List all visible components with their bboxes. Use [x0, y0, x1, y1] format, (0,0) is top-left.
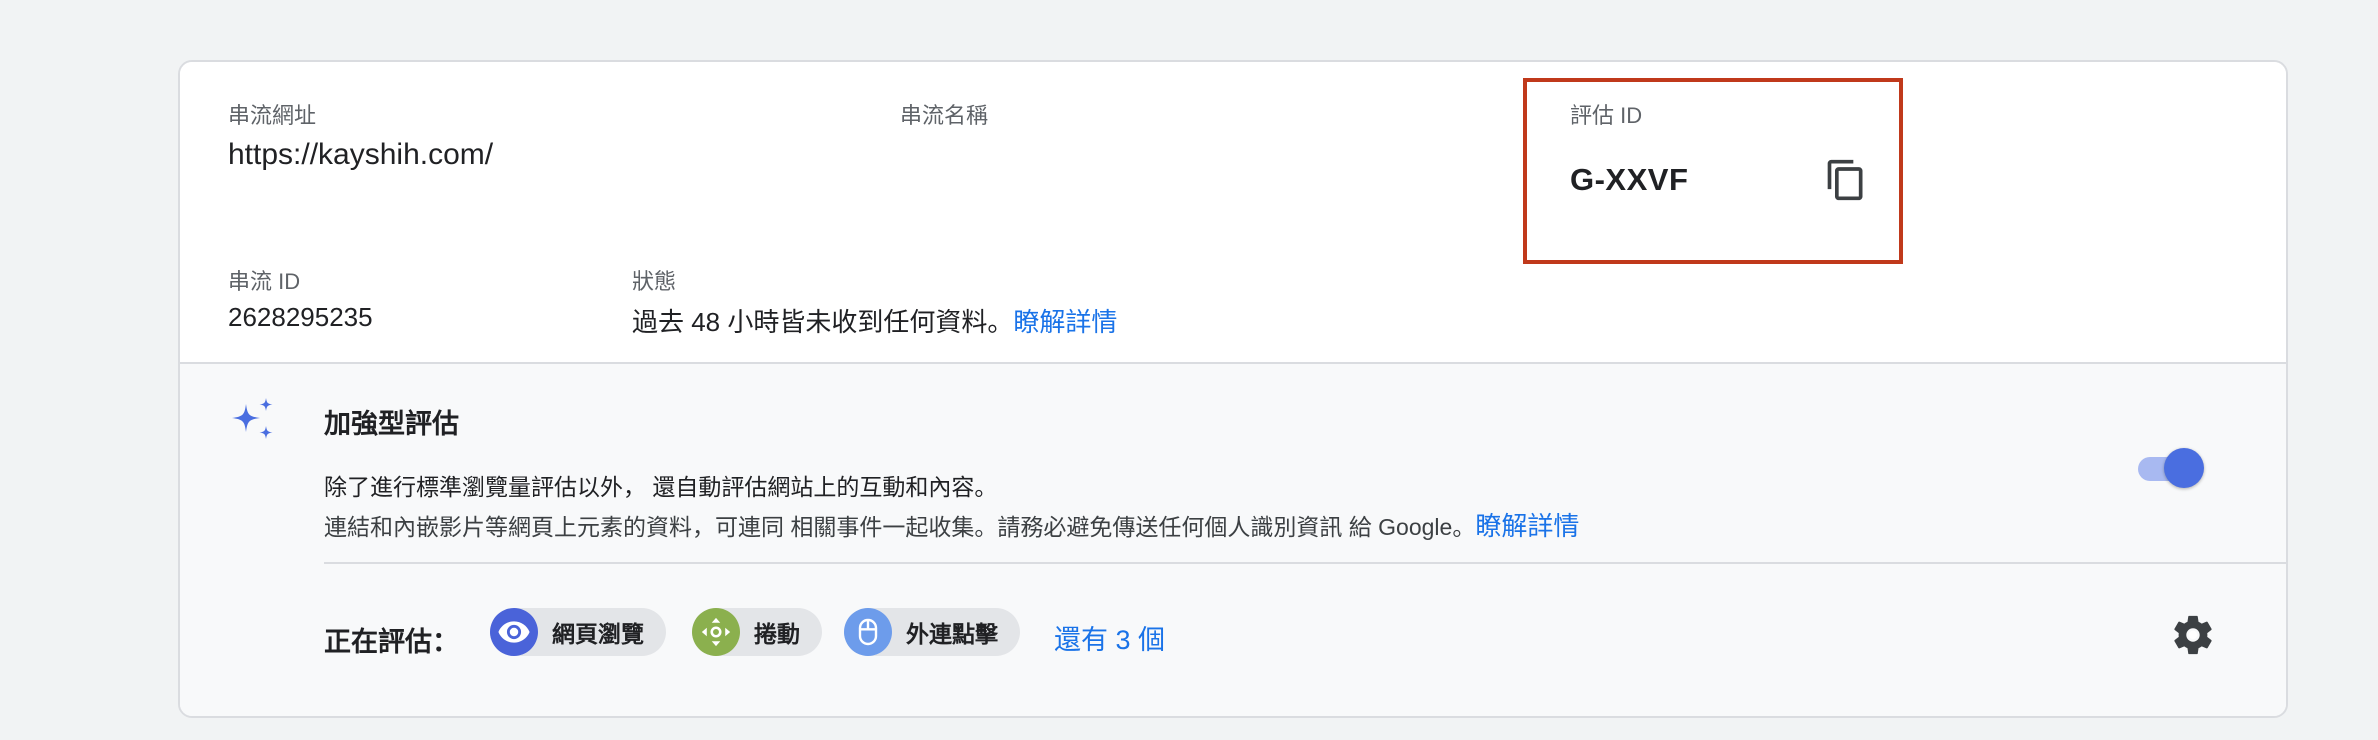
chip-outbound-clicks[interactable]: 外連點擊 — [844, 608, 1020, 656]
status-value: 過去 48 小時皆未收到任何資料。瞭解詳情 — [632, 302, 1117, 339]
chip-outbound-clicks-label: 外連點擊 — [906, 621, 998, 647]
mouse-icon — [844, 608, 892, 656]
stream-name-label: 串流名稱 — [900, 103, 989, 128]
stream-id-label: 串流 ID — [228, 269, 301, 294]
enhanced-learn-more-link[interactable]: 瞭解詳情 — [1475, 511, 1579, 541]
measurement-id-label: 評估 ID — [1570, 103, 1643, 128]
status-learn-more-link[interactable]: 瞭解詳情 — [1013, 307, 1117, 337]
chip-scroll-label: 捲動 — [754, 621, 800, 647]
eye-icon — [490, 608, 538, 656]
enhanced-measurement-title: 加強型評估 — [324, 409, 459, 439]
stream-url-label: 串流網址 — [228, 103, 317, 128]
web-stream-details-card: 串流網址 https://kayshih.com/ 串流名稱 評估 ID G-X… — [178, 60, 2288, 718]
stream-url-value: https://kayshih.com/ — [228, 138, 494, 171]
measurement-id-value: G-XXVF — [1570, 162, 1689, 197]
chip-page-views-label: 網頁瀏覽 — [552, 621, 644, 647]
copy-icon — [1827, 159, 1863, 201]
copy-button[interactable] — [1822, 156, 1870, 204]
stream-id-value: 2628295235 — [228, 302, 373, 332]
status-label: 狀態 — [632, 269, 677, 294]
inner-divider — [324, 562, 2286, 564]
enhanced-description-2-text: 連結和內嵌影片等網頁上元素的資料，可連同 相關事件一起收集。請務必避免傳送任何個… — [324, 514, 1476, 540]
gear-icon[interactable] — [2170, 612, 2216, 658]
sparkle-icon — [232, 398, 273, 439]
chip-page-views[interactable]: 網頁瀏覽 — [490, 608, 666, 656]
enhanced-description-1: 除了進行標準瀏覽量評估以外， 還自動評估網站上的互動和內容。 — [324, 474, 998, 500]
enhanced-measurement-section: 加強型評估 除了進行標準瀏覽量評估以外， 還自動評估網站上的互動和內容。 連結和… — [180, 364, 2286, 716]
stream-details-section: 串流網址 https://kayshih.com/ 串流名稱 評估 ID G-X… — [180, 62, 2286, 364]
chip-scroll[interactable]: 捲動 — [692, 608, 822, 656]
toggle-knob — [2164, 448, 2204, 488]
more-events-link[interactable]: 還有 3 個 — [1054, 618, 1165, 657]
enhanced-description-2: 連結和內嵌影片等網頁上元素的資料，可連同 相關事件一起收集。請務必避免傳送任何個… — [324, 506, 1579, 543]
status-text: 過去 48 小時皆未收到任何資料。 — [632, 307, 1014, 337]
measuring-label: 正在評估： — [324, 627, 459, 657]
enhanced-measurement-toggle[interactable] — [2134, 446, 2208, 488]
scroll-icon — [692, 608, 740, 656]
